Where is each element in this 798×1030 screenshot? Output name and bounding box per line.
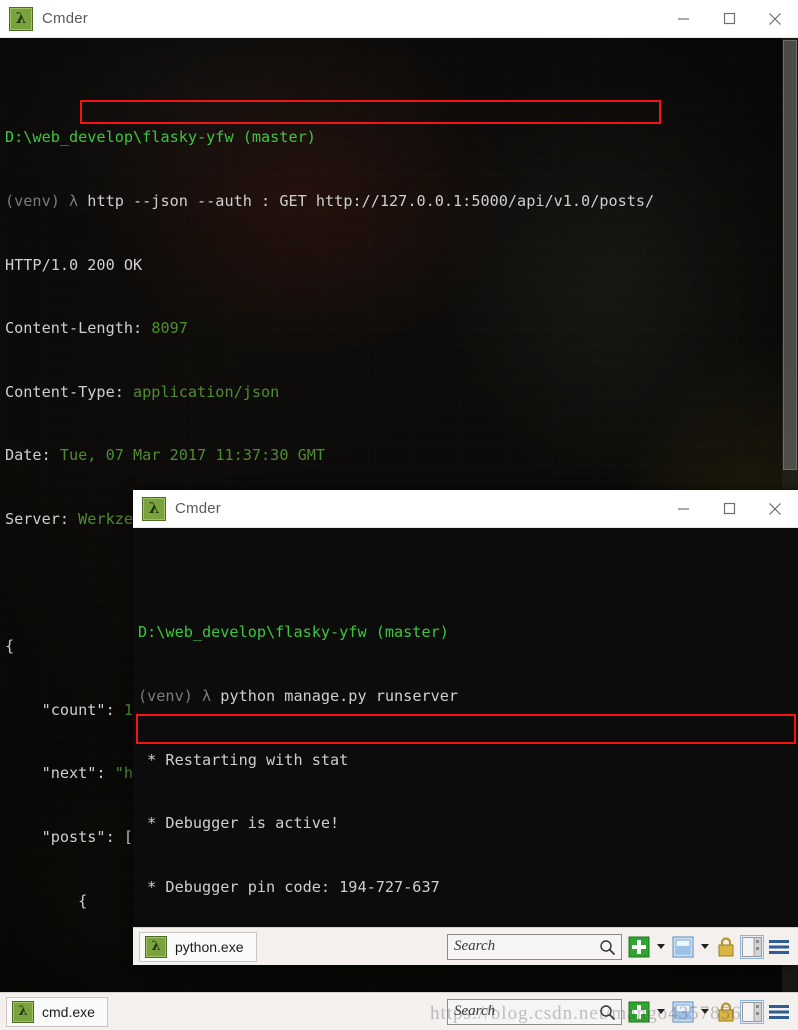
flask-restarting-line: * Restarting with stat	[138, 750, 349, 769]
lambda-icon: λ	[9, 6, 33, 31]
secondary-terminal-text: D:\web_develop\flasky-yfw (master) (venv…	[133, 580, 798, 927]
header-date-key: Date:	[5, 446, 60, 465]
runserver-command: python manage.py runserver	[220, 687, 459, 705]
window-list-chevron-down-icon[interactable]	[701, 1009, 709, 1014]
lock-icon[interactable]	[716, 936, 736, 958]
maximize-icon[interactable]	[706, 0, 752, 37]
main-window-title: Cmder	[42, 10, 89, 27]
magnifier-icon[interactable]	[599, 1004, 616, 1026]
new-tab-chevron-down-icon[interactable]	[657, 1009, 665, 1014]
close-icon[interactable]	[752, 490, 798, 527]
main-status-bar: λ cmd.exe Search https://blog.csdn.net/m…	[0, 992, 798, 1030]
secondary-window-titlebar: λ Cmder	[133, 490, 798, 528]
flask-debugger-active-line: * Debugger is active!	[138, 814, 340, 833]
secondary-venv-prompt: (venv) λ	[138, 687, 221, 705]
main-scrollbar-thumb[interactable]	[783, 40, 797, 470]
search-placeholder: Search	[454, 1003, 496, 1019]
new-tab-chevron-down-icon[interactable]	[657, 944, 665, 949]
minimize-icon[interactable]	[660, 490, 706, 527]
lambda-icon: λ	[145, 935, 167, 958]
hamburger-menu-icon[interactable]	[768, 1003, 790, 1021]
search-placeholder: Search	[454, 938, 496, 954]
search-input[interactable]: Search	[447, 933, 622, 961]
hamburger-menu-icon[interactable]	[768, 938, 790, 956]
new-tab-button[interactable]	[628, 1001, 650, 1023]
secondary-prompt-path: D:\web_develop\flasky-yfw (master)	[138, 623, 449, 642]
prompt-path: D:\web_develop\flasky-yfw (master)	[5, 128, 316, 147]
maximize-icon[interactable]	[706, 490, 752, 527]
window-list-button[interactable]	[672, 936, 694, 958]
window-list-button[interactable]	[672, 1001, 694, 1023]
json-count-key: "count":	[5, 700, 124, 719]
http-command: http --json --auth : GET http://127.0.0.…	[87, 192, 655, 210]
search-input[interactable]: Search	[447, 998, 622, 1026]
json-object-open: {	[5, 891, 88, 910]
lambda-icon: λ	[12, 1000, 34, 1023]
header-content-type-key: Content-Type:	[5, 382, 134, 401]
json-next-key: "next":	[5, 764, 115, 783]
json-open-brace: {	[5, 637, 15, 656]
close-icon[interactable]	[752, 0, 798, 37]
tab-label: python.exe	[175, 938, 244, 955]
tab-label: cmd.exe	[42, 1003, 95, 1020]
window-list-chevron-down-icon[interactable]	[701, 944, 709, 949]
new-tab-button[interactable]	[628, 936, 650, 958]
lock-icon[interactable]	[716, 1001, 736, 1023]
secondary-window-title: Cmder	[175, 500, 222, 517]
http-status-line: HTTP/1.0 200 OK	[5, 255, 143, 274]
json-posts-key: "posts": [	[5, 827, 134, 846]
tab-cmd-exe[interactable]: λ cmd.exe	[6, 996, 108, 1027]
header-content-type-value: application/json	[133, 382, 280, 401]
main-window-titlebar: λ Cmder	[0, 0, 798, 38]
split-panel-icon[interactable]	[740, 999, 764, 1024]
header-content-length-key: Content-Length:	[5, 319, 152, 338]
secondary-terminal-viewport[interactable]: D:\web_develop\flasky-yfw (master) (venv…	[133, 528, 798, 927]
header-date-value: Tue, 07 Mar 2017 11:37:30 GMT	[59, 446, 326, 465]
minimize-icon[interactable]	[660, 0, 706, 37]
secondary-status-bar: λ python.exe Search	[133, 927, 798, 965]
magnifier-icon[interactable]	[599, 939, 616, 961]
cmder-secondary-window: λ Cmder D:\web_develop\flasky-yfw (maste…	[133, 490, 798, 965]
header-content-length-value: 8097	[151, 319, 188, 338]
venv-prompt: (venv) λ	[5, 192, 88, 210]
lambda-icon: λ	[142, 496, 166, 521]
split-panel-icon[interactable]	[740, 934, 764, 959]
header-server-key: Server:	[5, 509, 79, 528]
flask-debugger-pin-line: * Debugger pin code: 194-727-637	[138, 877, 440, 896]
tab-python-exe[interactable]: λ python.exe	[139, 931, 257, 962]
